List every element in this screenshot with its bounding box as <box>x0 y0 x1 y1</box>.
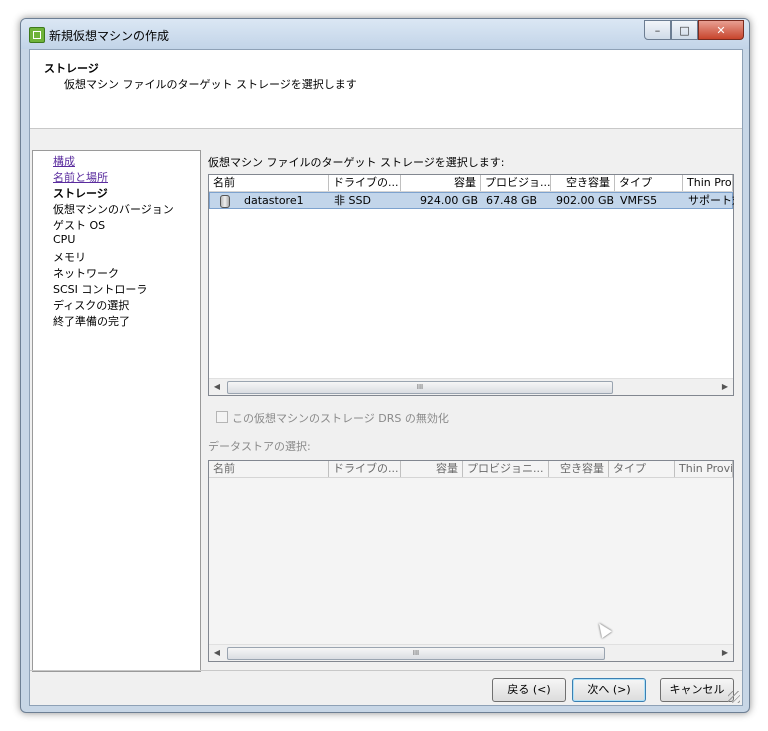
page-header: ストレージ 仮想マシン ファイルのターゲット ストレージを選択します <box>30 50 742 129</box>
nav-item-network: ネットワーク <box>53 267 119 280</box>
scroll-right-icon[interactable]: ▶ <box>717 379 733 395</box>
col-free[interactable]: 空き容量 <box>549 461 609 477</box>
row-type: VMFS5 <box>620 194 658 207</box>
scroll-thumb[interactable]: III <box>227 647 605 660</box>
nav-item-disk: ディスクの選択 <box>53 299 130 312</box>
row-drive: 非 SSD <box>334 194 371 207</box>
nav-item-config[interactable]: 構成 <box>53 153 75 169</box>
nav-item-scsi: SCSI コントローラ <box>53 283 148 296</box>
scroll-left-icon[interactable]: ◀ <box>209 645 225 661</box>
row-free: 902.00 GB <box>556 194 615 207</box>
wizard-window: 新規仮想マシンの作成 – □ ✕ ストレージ 仮想マシン ファイルのターゲット … <box>20 18 750 713</box>
col-name[interactable]: 名前 <box>209 175 329 191</box>
page-title: ストレージ <box>44 62 99 75</box>
cancel-button[interactable]: キャンセル <box>660 678 734 702</box>
datastore-table-header: 名前 ドライブの... 容量 プロビジョニ... 空き容量 タイプ Thin P… <box>209 461 733 478</box>
nav-item-guest-os: ゲスト OS <box>53 219 106 232</box>
row-provisioned: 67.48 GB <box>486 194 538 207</box>
row-name: datastore1 <box>244 194 304 207</box>
drs-checkbox-label: この仮想マシンのストレージ DRS の無効化 <box>232 412 449 425</box>
row-capacity: 924.00 GB <box>419 194 478 207</box>
col-name[interactable]: 名前 <box>209 461 329 477</box>
col-drive[interactable]: ドライブの... <box>329 175 401 191</box>
nav-item-name-location[interactable]: 名前と場所 <box>53 169 108 185</box>
dialog-client: ストレージ 仮想マシン ファイルのターゲット ストレージを選択します 構成 名前… <box>29 49 743 706</box>
datastore-hscrollbar[interactable]: ◀ III ▶ <box>209 644 733 661</box>
page-subtitle: 仮想マシン ファイルのターゲット ストレージを選択します <box>64 78 357 91</box>
wizard-nav: 構成 名前と場所 ストレージ 仮想マシンのバージョン ゲスト OS CPU メモ… <box>32 150 201 672</box>
col-drive[interactable]: ドライブの... <box>329 461 401 477</box>
nav-item-finish: 終了準備の完了 <box>53 315 130 328</box>
next-button[interactable]: 次へ (>) <box>572 678 646 702</box>
table-row[interactable]: datastore1 非 SSD 924.00 GB 67.48 GB 902.… <box>209 192 734 209</box>
nav-item-vm-version: 仮想マシンのバージョン <box>53 203 174 216</box>
col-thin[interactable]: Thin Prov <box>683 175 733 191</box>
storage-table-header: 名前 ドライブの... 容量 プロビジョ... 空き容量 タイプ Thin Pr… <box>209 175 733 192</box>
col-provisioned[interactable]: プロビジョニ... <box>463 461 549 477</box>
storage-hscrollbar[interactable]: ◀ III ▶ <box>209 378 733 395</box>
nav-item-storage: ストレージ <box>53 187 108 200</box>
col-capacity[interactable]: 容量 <box>401 175 481 191</box>
back-button[interactable]: 戻る (<) <box>492 678 566 702</box>
footer-divider <box>30 670 742 671</box>
title-bar[interactable]: 新規仮想マシンの作成 – □ ✕ <box>21 19 749 49</box>
col-free[interactable]: 空き容量 <box>551 175 615 191</box>
nav-item-memory: メモリ <box>53 251 86 264</box>
storage-table[interactable]: 名前 ドライブの... 容量 プロビジョ... 空き容量 タイプ Thin Pr… <box>208 174 734 396</box>
window-title: 新規仮想マシンの作成 <box>49 29 170 43</box>
datastore-icon <box>216 193 236 208</box>
col-type[interactable]: タイプ <box>609 461 675 477</box>
resize-grip-icon[interactable] <box>728 691 740 703</box>
minimize-icon[interactable]: – <box>644 20 671 40</box>
datastore-table[interactable]: 名前 ドライブの... 容量 プロビジョニ... 空き容量 タイプ Thin P… <box>208 460 734 662</box>
scroll-left-icon[interactable]: ◀ <box>209 379 225 395</box>
scroll-thumb[interactable]: III <box>227 381 613 394</box>
col-capacity[interactable]: 容量 <box>401 461 463 477</box>
drs-checkbox[interactable] <box>216 411 228 423</box>
col-thin[interactable]: Thin Provi <box>675 461 733 477</box>
col-type[interactable]: タイプ <box>615 175 683 191</box>
row-thin: サポート対 <box>688 194 734 207</box>
col-provisioned[interactable]: プロビジョ... <box>481 175 551 191</box>
window-controls: – □ ✕ <box>644 20 744 40</box>
nav-item-cpu: CPU <box>53 233 76 246</box>
datastore-select-label: データストアの選択: <box>208 440 311 453</box>
maximize-icon[interactable]: □ <box>671 20 698 40</box>
storage-prompt: 仮想マシン ファイルのターゲット ストレージを選択します: <box>208 156 505 169</box>
close-icon[interactable]: ✕ <box>698 20 744 40</box>
app-icon <box>29 27 45 43</box>
scroll-right-icon[interactable]: ▶ <box>717 645 733 661</box>
